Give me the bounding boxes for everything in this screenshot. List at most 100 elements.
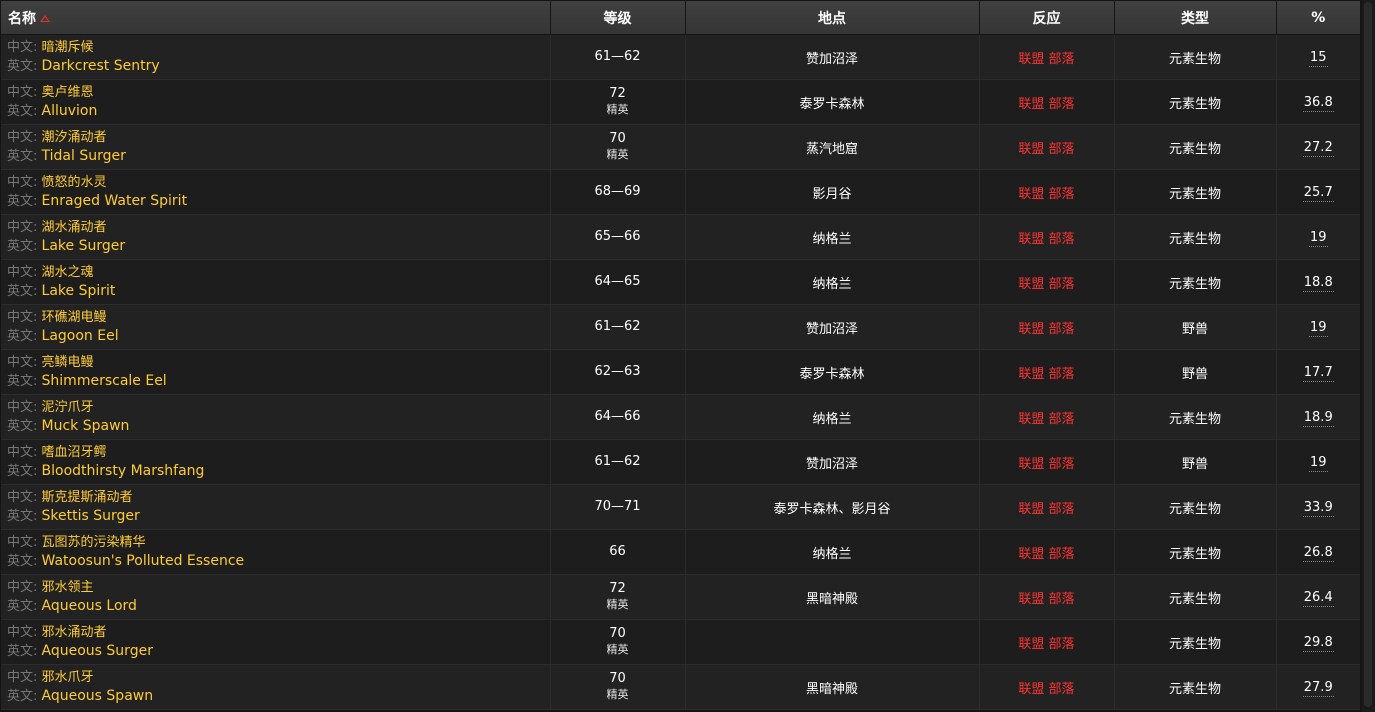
- level-cell: 72 精英: [550, 79, 686, 125]
- npc-name-cn-link[interactable]: 愤怒的水灵: [42, 175, 107, 190]
- table-row[interactable]: 中文: 奥卢维恩 英文: Alluvion 72 精英 泰罗卡森林 联盟 部落 元素生物 36…: [1, 79, 1360, 125]
- location-cell: 泰罗卡森林: [685, 79, 980, 125]
- percent-value[interactable]: 26.8: [1302, 544, 1334, 562]
- npc-name-cn-link[interactable]: 瓦图苏的污染精华: [42, 535, 146, 550]
- location-link[interactable]: 纳格兰: [812, 232, 851, 247]
- table-row[interactable]: 中文: 亮鳞电鳗 英文: Shimmerscale Eel 62—63 泰罗卡森林 联盟…: [1, 349, 1360, 395]
- table-row[interactable]: 中文: 湖水之魂 英文: Lake Spirit 64—65 纳格兰 联盟 部落 元素生物…: [1, 259, 1360, 305]
- percent-value[interactable]: 33.9: [1302, 499, 1334, 517]
- npc-name-en-link[interactable]: Tidal Surger: [42, 148, 126, 164]
- table-row[interactable]: 中文: 邪水领主 英文: Aqueous Lord 72 精英 黑暗神殿 联盟 部落 元素生…: [1, 574, 1360, 620]
- npc-name-cn-link[interactable]: 潮汐涌动者: [42, 130, 107, 145]
- location-link[interactable]: 赞加沼泽: [806, 322, 858, 337]
- table-row[interactable]: 中文: 嗜血沼牙鳄 英文: Bloodthirsty Marshfang 61—62…: [1, 439, 1360, 485]
- location-link[interactable]: 影月谷: [812, 187, 851, 202]
- column-header-name[interactable]: 名称: [1, 1, 551, 35]
- percent-value[interactable]: 17.7: [1302, 364, 1334, 382]
- table-row[interactable]: 中文: 斯克提斯涌动者 英文: Skettis Surger 70—71 泰罗卡森林、…: [1, 484, 1360, 530]
- level-value: 70: [609, 131, 626, 146]
- vertical-scrollbar[interactable]: [1362, 0, 1375, 712]
- location-link[interactable]: 纳格兰: [812, 277, 851, 292]
- location-link[interactable]: 黑暗神殿: [806, 682, 858, 697]
- name-cell: 中文: 邪水涌动者 英文: Aqueous Surger: [1, 619, 551, 665]
- npc-name-en-link[interactable]: Shimmerscale Eel: [42, 373, 167, 389]
- npc-name-en-link[interactable]: Alluvion: [42, 103, 98, 119]
- percent-value[interactable]: 15: [1308, 49, 1328, 67]
- npc-name-cn-link[interactable]: 斯克提斯涌动者: [42, 490, 133, 505]
- type-value: 元素生物: [1168, 411, 1221, 427]
- elite-tag: 精英: [606, 643, 629, 656]
- table-row[interactable]: 中文: 邪水爪牙 英文: Aqueous Spawn 70 精英 黑暗神殿 联盟 部落 元素…: [1, 664, 1360, 710]
- type-cell: 野兽: [1114, 349, 1277, 395]
- scrollbar-thumb[interactable]: [1364, 2, 1372, 707]
- npc-name-en-link[interactable]: Muck Spawn: [42, 418, 130, 434]
- table-row[interactable]: 中文: 瓦图苏的污染精华 英文: Watoosun's Polluted Esse…: [1, 529, 1360, 575]
- percent-value[interactable]: 27.9: [1302, 679, 1334, 697]
- npc-name-cn-link[interactable]: 湖水涌动者: [42, 220, 107, 235]
- percent-value[interactable]: 19: [1308, 319, 1328, 337]
- location-link[interactable]: 泰罗卡森林: [799, 367, 864, 382]
- table-row[interactable]: 中文: 湖水涌动者 英文: Lake Surger 65—66 纳格兰 联盟 部落 元素生…: [1, 214, 1360, 260]
- npc-name-cn-link[interactable]: 邪水领主: [42, 580, 94, 595]
- npc-name-en-link[interactable]: Aqueous Surger: [42, 643, 153, 659]
- npc-name-cn-link[interactable]: 暗潮斥候: [42, 40, 94, 55]
- percent-value[interactable]: 27.2: [1302, 139, 1334, 157]
- percent-value[interactable]: 29.8: [1302, 634, 1334, 652]
- location-link[interactable]: 黑暗神殿: [806, 592, 858, 607]
- npc-name-cn-link[interactable]: 奥卢维恩: [42, 85, 94, 100]
- table-row[interactable]: 中文: 环礁湖电鳗 英文: Lagoon Eel 61—62 赞加沼泽 联盟 部落 野兽 1…: [1, 304, 1360, 350]
- elite-tag: 精英: [606, 598, 629, 611]
- npc-name-en-link[interactable]: Aqueous Lord: [42, 598, 137, 614]
- npc-name-en-link[interactable]: Lake Surger: [42, 238, 126, 254]
- sort-ascending-icon[interactable]: [40, 14, 50, 22]
- npc-name-en-link[interactable]: Skettis Surger: [42, 508, 140, 524]
- percent-value[interactable]: 18.8: [1302, 274, 1334, 292]
- location-link[interactable]: 泰罗卡森林: [799, 97, 864, 112]
- npc-name-en-link[interactable]: Aqueous Spawn: [42, 688, 154, 704]
- column-header-location[interactable]: 地点: [685, 1, 980, 35]
- percent-value[interactable]: 25.7: [1302, 184, 1334, 202]
- column-header-type[interactable]: 类型: [1114, 1, 1277, 35]
- npc-name-en-link[interactable]: Lagoon Eel: [42, 328, 119, 344]
- column-header-level[interactable]: 等级: [550, 1, 686, 35]
- column-header-percent[interactable]: %: [1276, 1, 1360, 35]
- percent-cell: 15: [1276, 34, 1360, 80]
- npc-name-cn-link[interactable]: 亮鳞电鳗: [42, 355, 94, 370]
- table-row[interactable]: 中文: 泥泞爪牙 英文: Muck Spawn 64—66 纳格兰 联盟 部落 元素生物 1…: [1, 394, 1360, 440]
- percent-value[interactable]: 18.9: [1302, 409, 1334, 427]
- percent-value[interactable]: 19: [1308, 454, 1328, 472]
- table-row[interactable]: 中文: 暗潮斥候 英文: Darkcrest Sentry 61—62 赞加沼泽 联盟 …: [1, 34, 1360, 80]
- location-link[interactable]: 赞加沼泽: [806, 52, 858, 67]
- location-link[interactable]: 纳格兰: [812, 412, 851, 427]
- table-row[interactable]: 中文: 愤怒的水灵 英文: Enraged Water Spirit 68—69 影月…: [1, 169, 1360, 215]
- location-link[interactable]: 赞加沼泽: [806, 457, 858, 472]
- npc-name-en-link[interactable]: Watoosun's Polluted Essence: [42, 553, 245, 569]
- percent-value[interactable]: 36.8: [1302, 94, 1334, 112]
- en-prefix: 英文:: [7, 238, 38, 254]
- location-link[interactable]: 纳格兰: [812, 547, 851, 562]
- percent-value[interactable]: 26.4: [1302, 589, 1334, 607]
- location-cell: [685, 619, 980, 665]
- npc-name-cn-link[interactable]: 邪水爪牙: [42, 670, 94, 685]
- npc-name-cn-link[interactable]: 邪水涌动者: [42, 625, 107, 640]
- npc-name-en-link[interactable]: Bloodthirsty Marshfang: [42, 463, 205, 479]
- location-cell: 黑暗神殿: [685, 574, 980, 620]
- name-en-line: 英文: Tidal Surger: [7, 147, 550, 166]
- reaction-value: 联盟 部落: [1018, 411, 1075, 427]
- location-link[interactable]: 泰罗卡森林、影月谷: [773, 502, 890, 517]
- location-link[interactable]: 蒸汽地窟: [806, 142, 858, 157]
- npc-name-cn-link[interactable]: 泥泞爪牙: [42, 400, 94, 415]
- percent-value[interactable]: 19: [1308, 229, 1328, 247]
- reaction-value: 联盟 部落: [1018, 636, 1075, 652]
- npc-name-cn-link[interactable]: 嗜血沼牙鳄: [42, 445, 107, 460]
- npc-name-cn-link[interactable]: 环礁湖电鳗: [42, 310, 107, 325]
- type-value: 野兽: [1181, 366, 1208, 382]
- type-cell: 元素生物: [1114, 259, 1277, 305]
- npc-name-en-link[interactable]: Enraged Water Spirit: [42, 193, 188, 209]
- table-row[interactable]: 中文: 邪水涌动者 英文: Aqueous Surger 70 精英 联盟 部落 元素生物…: [1, 619, 1360, 665]
- npc-name-cn-link[interactable]: 湖水之魂: [42, 265, 94, 280]
- column-header-reaction[interactable]: 反应: [979, 1, 1115, 35]
- npc-name-en-link[interactable]: Darkcrest Sentry: [42, 58, 160, 74]
- table-row[interactable]: 中文: 潮汐涌动者 英文: Tidal Surger 70 精英 蒸汽地窟 联盟 部落 元素…: [1, 124, 1360, 170]
- npc-name-en-link[interactable]: Lake Spirit: [42, 283, 116, 299]
